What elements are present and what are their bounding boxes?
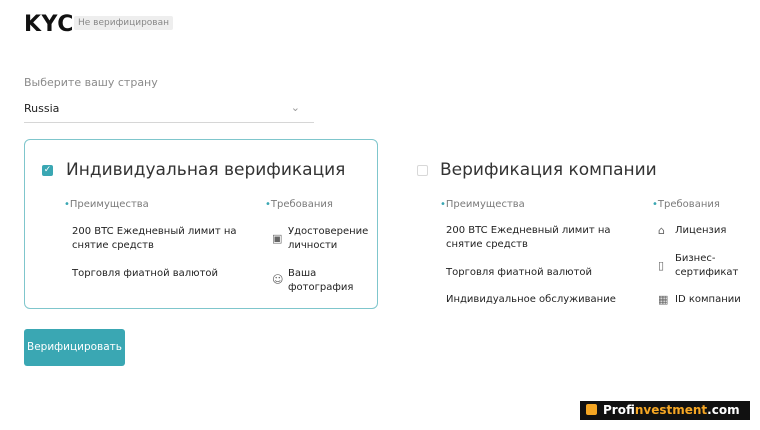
status-badge: Не верифицирован [74, 16, 174, 30]
page-title: KYC [24, 12, 74, 37]
company-requirements-title: •Требования [652, 199, 720, 210]
country-select[interactable]: Russia ⌄ [24, 98, 314, 123]
chevron-down-icon: ⌄ [290, 101, 300, 114]
certificate-icon: ▯ [658, 259, 665, 272]
bank-icon: ⌂ [658, 224, 665, 237]
id-card-icon: ▣ [272, 232, 283, 245]
company-req-3: ID компании [675, 294, 741, 305]
individual-req-2: Ваша [288, 268, 317, 279]
verify-button[interactable]: Верифицировать [24, 329, 125, 366]
company-benefit-2: Торговля фиатной валютой [446, 267, 593, 278]
individual-benefit-1: 200 BTC Ежедневный лимит на [72, 226, 237, 237]
individual-req-2b: фотография [288, 282, 354, 293]
photo-icon: ☺ [272, 273, 284, 286]
company-checkbox[interactable] [417, 165, 428, 176]
individual-benefits-title: •Преимущества [64, 199, 149, 210]
company-benefit-3: Индивидуальное обслуживание [446, 294, 616, 305]
individual-checkbox[interactable]: ✓ [42, 165, 53, 176]
individual-benefit-1b: снятие средств [72, 240, 154, 251]
individual-requirements-title: •Требования [265, 199, 333, 210]
individual-req-1b: личности [288, 240, 338, 251]
company-benefits-title: •Преимущества [440, 199, 525, 210]
company-benefit-1b: снятие средств [446, 239, 528, 250]
company-req-1: Лицензия [675, 225, 727, 236]
company-req-2b: сертификат [675, 267, 739, 278]
watermark-logo-icon [586, 404, 597, 415]
building-icon: ▦ [658, 293, 669, 306]
individual-req-1: Удостоверение [288, 226, 369, 237]
company-benefit-1: 200 BTC Ежедневный лимит на [446, 225, 611, 236]
individual-benefit-2: Торговля фиатной валютой [72, 268, 219, 279]
company-req-2: Бизнес- [675, 253, 716, 264]
company-title: Верификация компании [440, 160, 657, 180]
watermark: Profinvestment.com [580, 401, 750, 420]
country-select-value: Russia [24, 102, 60, 115]
country-label: Выберите вашу страну [24, 76, 158, 89]
individual-title: Индивидуальная верификация [66, 160, 346, 180]
